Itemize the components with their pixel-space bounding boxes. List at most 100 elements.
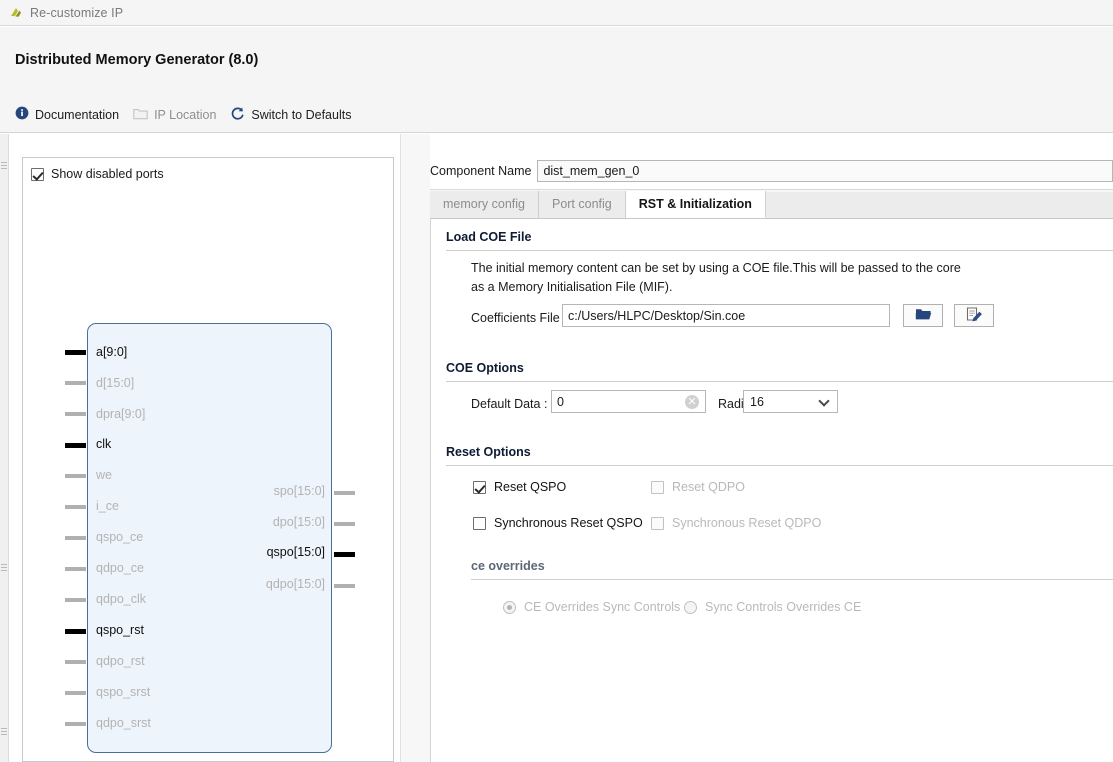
- port-label-clk: clk: [96, 437, 112, 451]
- radix-select[interactable]: 16: [743, 390, 838, 413]
- tab-bar: memory config Port config RST & Initiali…: [430, 191, 1113, 219]
- ce-overrides-divider: [471, 579, 1113, 580]
- ip-location-button[interactable]: IP Location: [128, 105, 225, 125]
- port-stub-clk: [65, 443, 86, 448]
- port-stub-qspo-srst: [65, 691, 86, 695]
- reset-qspo-checkbox[interactable]: [473, 480, 486, 494]
- port-stub-qspo-rst: [65, 629, 86, 634]
- port-stub-spo: [334, 491, 355, 495]
- load-coe-description-line1: The initial memory content can be set by…: [471, 261, 961, 275]
- synchronous-reset-qdpo-checkbox: [651, 516, 664, 530]
- coefficients-file-input[interactable]: c:/Users/HLPC/Desktop/Sin.coe: [562, 304, 890, 327]
- show-disabled-ports-label: Show disabled ports: [51, 167, 164, 181]
- component-name-input[interactable]: dist_mem_gen_0: [537, 160, 1113, 182]
- port-stub-dpo: [334, 522, 355, 526]
- chevron-down-icon: [818, 394, 830, 407]
- reset-qspo-row[interactable]: Reset QSPO: [473, 480, 566, 494]
- vivado-logo-icon: [9, 6, 23, 20]
- switch-to-defaults-label: Switch to Defaults: [251, 107, 352, 122]
- show-disabled-ports-checkbox[interactable]: [31, 167, 44, 181]
- coefficients-file-label: Coefficients File: [471, 311, 560, 325]
- folder-icon: [133, 107, 148, 123]
- sync-controls-overrides-ce-radio: [684, 600, 697, 614]
- ip-location-label: IP Location: [154, 107, 217, 122]
- port-stub-qdpo: [334, 584, 355, 588]
- refresh-icon: [230, 106, 245, 123]
- dialog-header: Distributed Memory Generator (8.0) Docum…: [0, 27, 1113, 133]
- port-label-qspo-srst: qspo_srst: [96, 685, 151, 699]
- port-stub-we: [65, 474, 86, 478]
- port-stub-i-ce: [65, 505, 86, 509]
- port-stub-a: [65, 350, 86, 355]
- port-label-a: a[9:0]: [96, 345, 128, 359]
- synchronous-reset-qspo-label: Synchronous Reset QSPO: [494, 516, 643, 530]
- load-coe-divider: [446, 250, 1113, 251]
- reset-qdpo-row: Reset QDPO: [651, 480, 745, 494]
- synchronous-reset-qdpo-label: Synchronous Reset QDPO: [672, 516, 822, 530]
- port-label-qdpo-ce: qdpo_ce: [96, 561, 144, 575]
- show-disabled-ports-row[interactable]: Show disabled ports: [31, 167, 164, 181]
- port-stub-qdpo-srst: [65, 722, 86, 726]
- port-label-qspo-ce: qspo_ce: [96, 530, 144, 544]
- panel-splitter[interactable]: [400, 134, 430, 762]
- port-label-dpo: dpo[15:0]: [272, 515, 325, 529]
- left-scroll-rail[interactable]: [0, 134, 9, 762]
- port-label-dpra: dpra[9:0]: [96, 407, 146, 421]
- port-stub-qdpo-clk: [65, 598, 86, 602]
- port-label-qspo: qspo[15:0]: [266, 545, 325, 559]
- port-label-qdpo-clk: qdpo_clk: [96, 592, 147, 606]
- header-toolbar: Documentation IP Location Switch to Defa…: [10, 104, 360, 125]
- port-stub-d: [65, 381, 86, 385]
- ip-symbol-panel: Show disabled ports a[9:0] d[15:0] dpra[…: [22, 157, 394, 762]
- ce-overrides-sync-controls-row: CE Overrides Sync Controls: [503, 600, 680, 614]
- reset-qdpo-checkbox: [651, 480, 664, 494]
- port-label-qdpo-rst: qdpo_rst: [96, 654, 145, 668]
- synchronous-reset-qspo-checkbox[interactable]: [473, 516, 486, 530]
- synchronous-reset-qdpo-row: Synchronous Reset QDPO: [651, 516, 821, 530]
- reset-qdpo-label: Reset QDPO: [672, 480, 745, 494]
- tab-memory-config[interactable]: memory config: [430, 191, 539, 218]
- port-stub-qdpo-ce: [65, 567, 86, 571]
- ce-overrides-sync-controls-label: CE Overrides Sync Controls: [524, 600, 681, 614]
- documentation-button[interactable]: Documentation: [10, 104, 128, 125]
- ce-overrides-section-title: ce overrides: [471, 559, 545, 573]
- sync-controls-overrides-ce-label: Sync Controls Overrides CE: [705, 600, 862, 614]
- component-name-label: Component Name: [430, 164, 532, 178]
- synchronous-reset-qspo-row[interactable]: Synchronous Reset QSPO: [473, 516, 643, 530]
- config-pane: Component Name dist_mem_gen_0 memory con…: [430, 134, 1113, 762]
- window-titlebar: Re-customize IP: [0, 0, 1113, 26]
- open-folder-icon: [915, 307, 932, 324]
- default-data-input[interactable]: 0 ✕: [551, 390, 706, 413]
- browse-coe-file-button[interactable]: [903, 304, 943, 327]
- coe-options-section-title: COE Options: [446, 361, 524, 375]
- port-label-qdpo: qdpo[15:0]: [265, 577, 325, 591]
- tab-rst-initialization[interactable]: RST & Initialization: [625, 191, 766, 218]
- default-data-value: 0: [557, 394, 564, 409]
- port-label-qspo-rst: qspo_rst: [96, 623, 144, 637]
- switch-to-defaults-button[interactable]: Switch to Defaults: [225, 104, 360, 125]
- component-name-row: Component Name dist_mem_gen_0: [430, 160, 1113, 182]
- edit-coe-file-button[interactable]: [954, 304, 994, 327]
- port-stub-dpra: [65, 412, 86, 416]
- port-label-we: we: [96, 468, 112, 482]
- reset-options-section-title: Reset Options: [446, 445, 531, 459]
- documentation-label: Documentation: [35, 107, 120, 122]
- default-data-label: Default Data :: [471, 397, 548, 411]
- port-label-i-ce: i_ce: [96, 499, 119, 513]
- reset-qspo-label: Reset QSPO: [494, 480, 567, 494]
- reset-options-divider: [446, 465, 1113, 466]
- edit-file-icon: [966, 306, 983, 325]
- coe-options-divider: [446, 381, 1113, 382]
- tab-port-config[interactable]: Port config: [538, 191, 626, 218]
- radix-value: 16: [750, 394, 764, 409]
- port-label-qdpo-srst: qdpo_srst: [96, 716, 151, 730]
- load-coe-section-title: Load COE File: [446, 230, 532, 244]
- clear-x-icon[interactable]: ✕: [685, 394, 699, 409]
- tab-panel-rst-initialization: Load COE File The initial memory content…: [430, 219, 1113, 762]
- sync-controls-overrides-ce-row: Sync Controls Overrides CE: [684, 600, 861, 614]
- window-title: Re-customize IP: [30, 5, 124, 20]
- port-label-d: d[15:0]: [96, 376, 135, 390]
- port-stub-qspo-ce: [65, 536, 86, 540]
- load-coe-description-line2: as a Memory Initialisation File (MIF).: [471, 280, 673, 294]
- port-label-spo: spo[15:0]: [273, 484, 325, 498]
